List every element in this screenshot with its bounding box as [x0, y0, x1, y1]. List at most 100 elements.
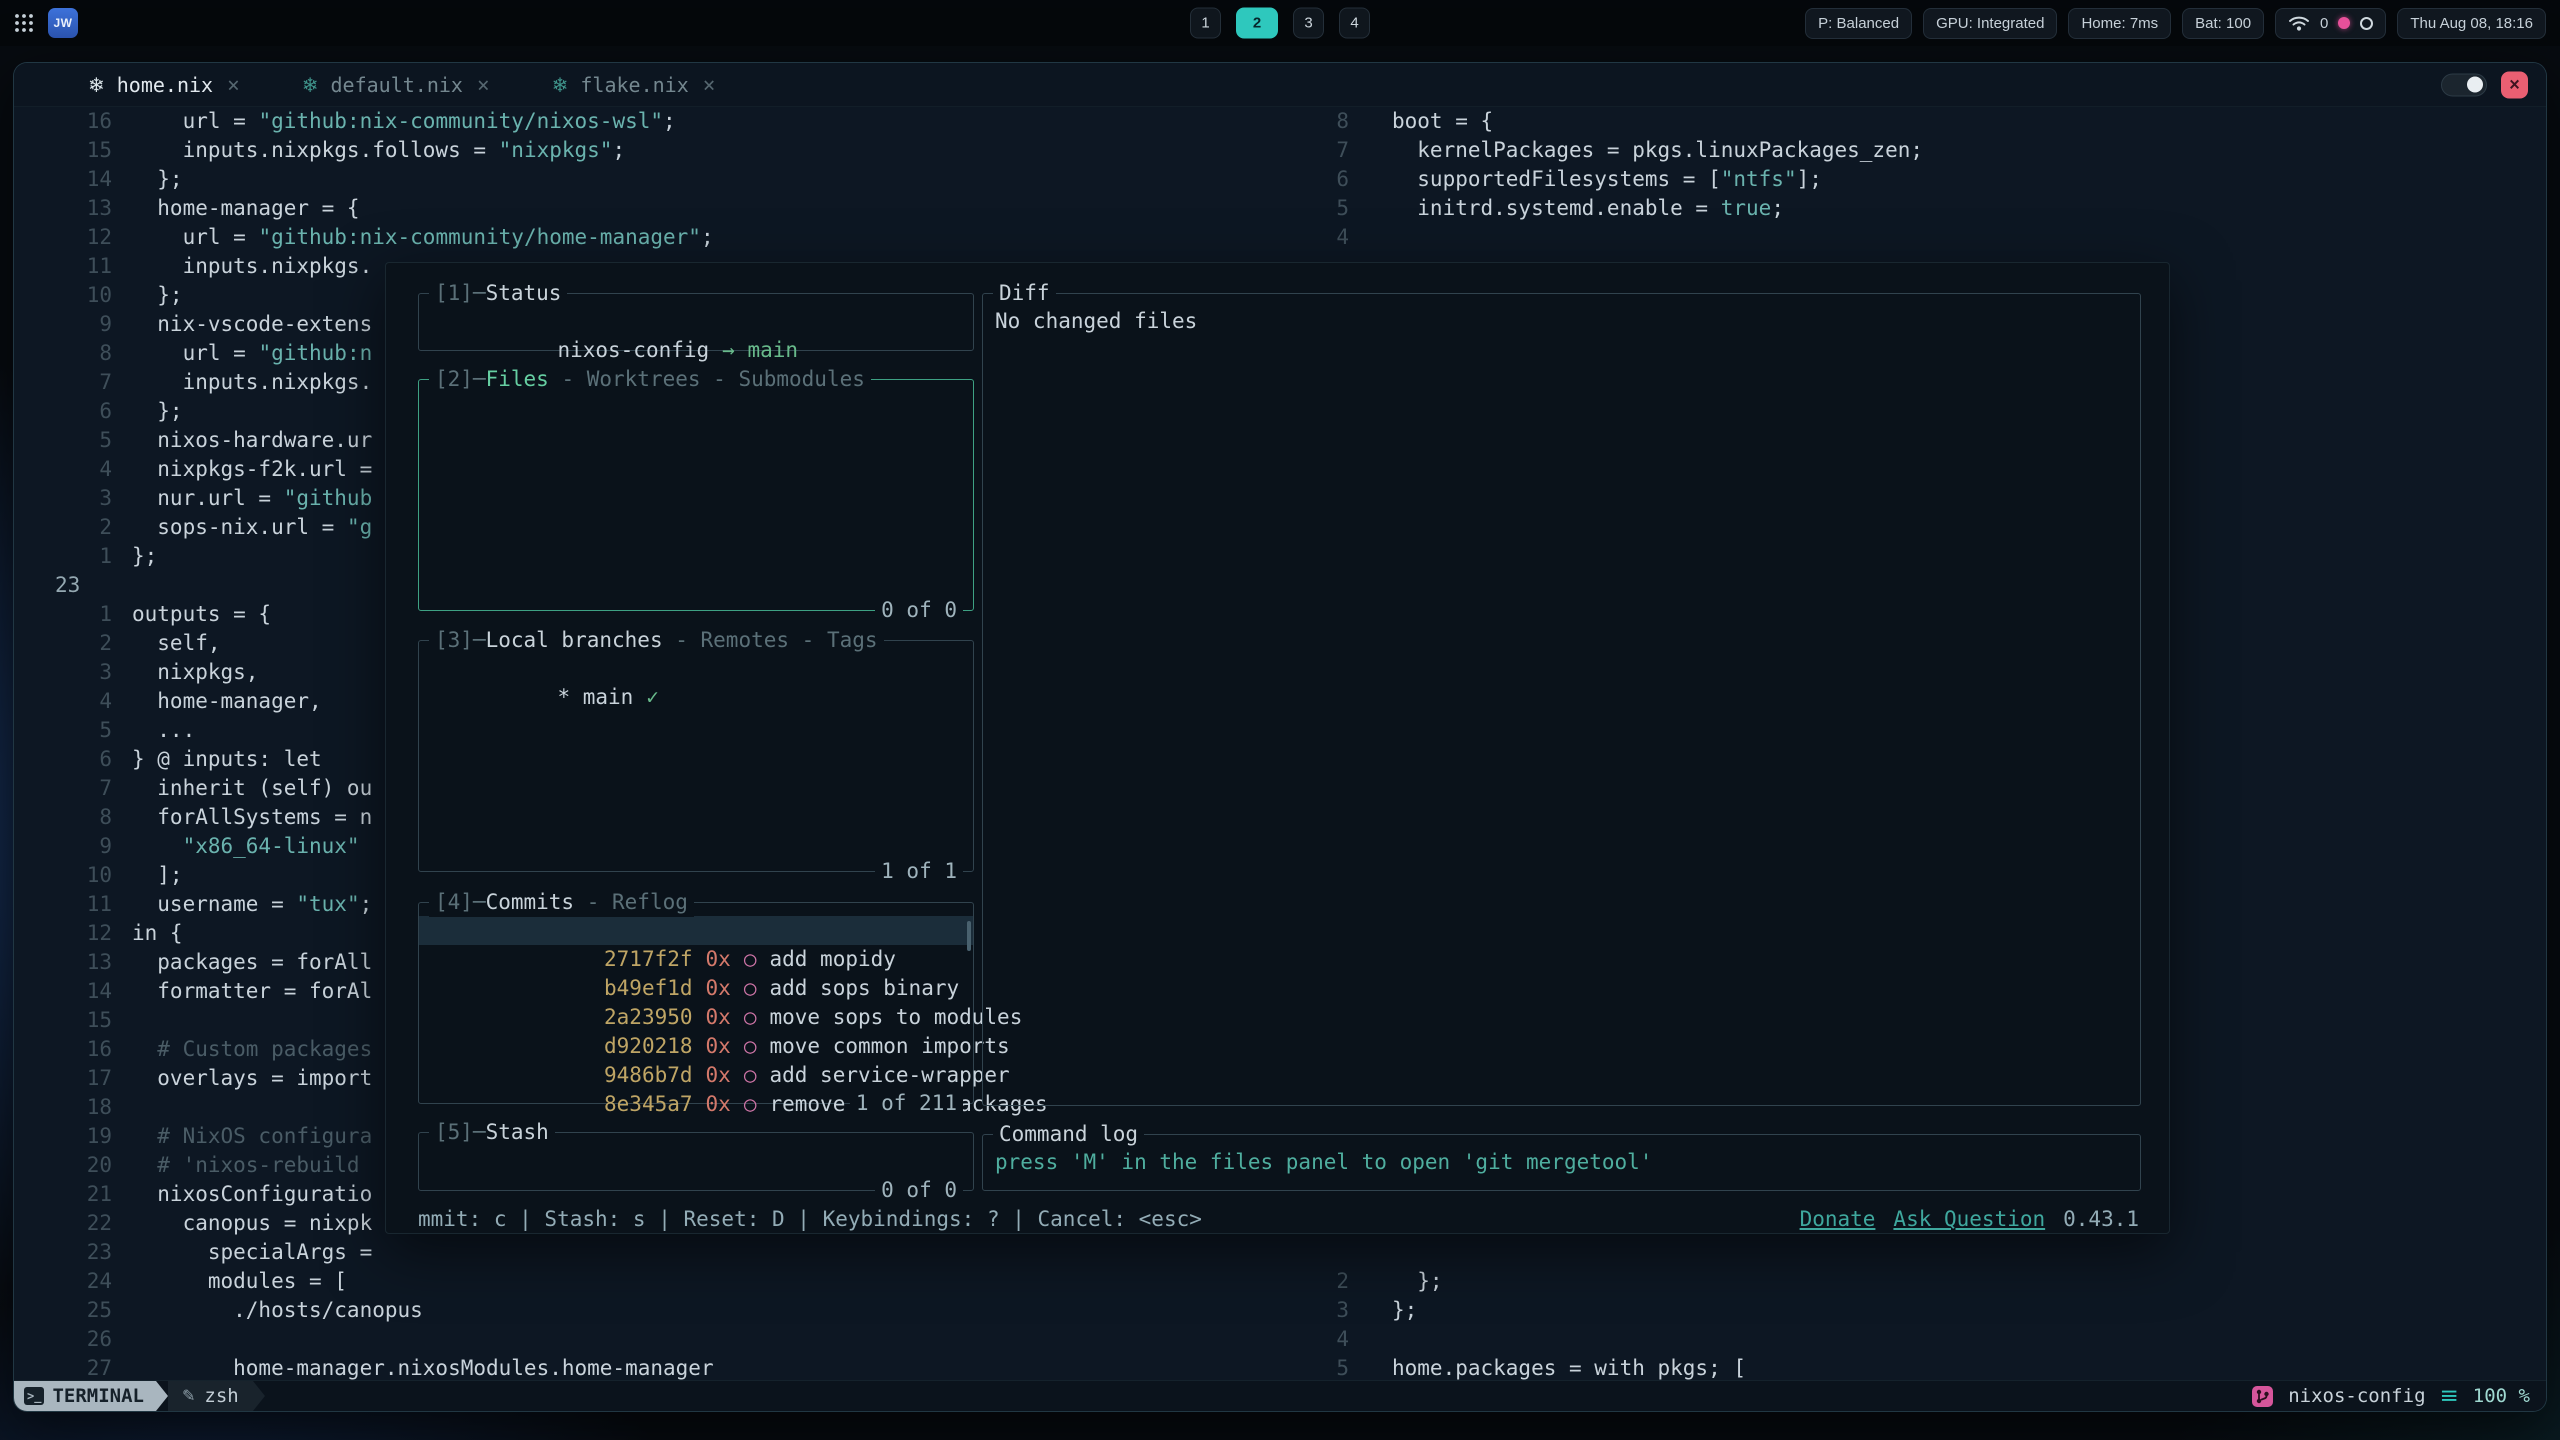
workspace-button[interactable]: 1 — [1190, 8, 1221, 39]
code-line: 6 supportedFilesystems = ["ntfs"]; — [1291, 165, 2546, 194]
code-text: url = "github:nix-community/nixos-wsl"; — [132, 107, 676, 136]
workspace-button[interactable]: 3 — [1293, 8, 1324, 39]
line-number: 8 — [14, 803, 132, 832]
code-line: 5 initrd.systemd.enable = true; — [1291, 194, 2546, 223]
line-number: 9 — [14, 310, 132, 339]
wifi-icon — [2288, 15, 2310, 32]
line-number: 2 — [14, 629, 132, 658]
code-line: 16 url = "github:nix-community/nixos-wsl… — [14, 107, 1291, 136]
line-number: 5 — [14, 426, 132, 455]
line-number: 23 — [14, 571, 132, 600]
commit-graph-node: ○ — [744, 947, 757, 971]
line-number: 12 — [14, 223, 132, 252]
tab-close-icon[interactable]: × — [477, 73, 490, 97]
code-text — [1369, 223, 1392, 252]
editor-tab[interactable]: ❄ default.nix × — [284, 63, 508, 106]
panel-title: [4]─Commits - Reflog — [429, 888, 694, 917]
lazygit-panel-commits[interactable]: [4]─Commits - Reflog 2717f2f0x○add mopid… — [418, 902, 974, 1104]
commit-author: 0x — [706, 1034, 731, 1058]
code-text: in { — [132, 919, 183, 948]
code-line: 8 boot = { — [1291, 107, 2546, 136]
shell-tab[interactable]: ✎ zsh — [168, 1381, 253, 1411]
code-text: nix-vscode-extens — [132, 310, 372, 339]
tab-close-icon[interactable]: × — [703, 73, 716, 97]
code-text: ./hosts/canopus — [132, 1296, 423, 1325]
lazygit-panel-files[interactable]: [2]─Files - Worktrees - Submodules 0 of … — [418, 379, 974, 611]
line-number: 4 — [14, 687, 132, 716]
lazygit-panel-diff[interactable]: Diff No changed files — [982, 293, 2141, 1106]
code-text: # Custom packages — [132, 1035, 372, 1064]
editor-tab[interactable]: ❄ flake.nix × — [534, 63, 734, 106]
topbar-right: P: Balanced GPU: Integrated Home: 7ms Ba… — [1805, 8, 2546, 39]
commit-hash: 9486b7d — [604, 1063, 693, 1087]
editor-tab[interactable]: ❄ home.nix × — [70, 63, 258, 106]
window-close-button[interactable]: × — [2501, 71, 2528, 98]
repo-icon — [2251, 1385, 2274, 1408]
code-text: nixosConfiguratio — [132, 1180, 372, 1209]
code-text: kernelPackages = pkgs.linuxPackages_zen; — [1369, 136, 1923, 165]
line-number: 4 — [14, 455, 132, 484]
lazygit-panel-command-log[interactable]: Command log press 'M' in the files panel… — [982, 1134, 2141, 1191]
branch-row[interactable]: * main✓ — [419, 641, 973, 741]
workspace-switcher: 1 2 3 4 — [1190, 8, 1370, 39]
window-controls: × — [2441, 71, 2528, 98]
line-number: 4 — [1291, 1325, 1369, 1354]
code-text: }; — [132, 281, 183, 310]
tab-label: home.nix — [117, 73, 213, 97]
line-number: 7 — [1291, 136, 1369, 165]
code-text — [1369, 1325, 1392, 1354]
repo-label[interactable]: nixos-config — [2288, 1381, 2425, 1411]
line-number: 27 — [14, 1354, 132, 1380]
code-line: 24 modules = [ — [14, 1267, 1291, 1296]
status-module: P: Balanced — [1805, 8, 1912, 39]
editor-area: 16 url = "github:nix-community/nixos-wsl… — [14, 107, 2546, 1380]
terminal-mode-chip[interactable]: >_ TERMINAL — [14, 1381, 156, 1411]
logo-badge[interactable]: JW — [48, 8, 78, 38]
line-number: 2 — [14, 513, 132, 542]
ask-question-link[interactable]: Ask Question — [1893, 1205, 2045, 1234]
code-text: ]; — [132, 861, 183, 890]
tab-label: flake.nix — [580, 73, 688, 97]
window-toggle[interactable] — [2441, 73, 2487, 96]
window-status-bar: >_ TERMINAL ✎ zsh nixos-config ≡ 100 % — [14, 1380, 2546, 1411]
system-tray[interactable]: 0 — [2275, 8, 2386, 39]
nix-snowflake-icon: ❄ — [88, 73, 105, 97]
commit-hash: 2a23950 — [604, 1005, 693, 1029]
lazygit-panel-stash[interactable]: [5]─Stash 0 of 0 — [418, 1132, 974, 1191]
lazygit-footer-links: Donate Ask Question 0.43.1 — [1800, 1205, 2139, 1234]
scrollbar-thumb[interactable] — [967, 921, 971, 951]
commit-row[interactable]: 2717f2f0x○add mopidy — [419, 916, 973, 945]
list-icon[interactable]: ≡ — [2440, 1381, 2459, 1411]
tab-close-icon[interactable]: × — [227, 73, 240, 97]
clock[interactable]: Thu Aug 08, 18:16 — [2397, 8, 2546, 39]
version-label: 0.43.1 — [2063, 1205, 2139, 1234]
workspace-button[interactable]: 2 — [1236, 8, 1278, 39]
commit-graph-node: ○ — [744, 1092, 757, 1116]
donate-link[interactable]: Donate — [1800, 1205, 1876, 1234]
line-number: 3 — [14, 658, 132, 687]
workspace-button[interactable]: 4 — [1339, 8, 1370, 39]
app-launcher-icon[interactable] — [14, 13, 34, 33]
lazygit-panel-branches[interactable]: [3]─Local branches - Remotes - Tags * ma… — [418, 640, 974, 872]
line-number: 6 — [1291, 165, 1369, 194]
line-number: 16 — [14, 107, 132, 136]
line-number: 6 — [14, 397, 132, 426]
code-line: 26 — [14, 1325, 1291, 1354]
code-text: }; — [1369, 1296, 1417, 1325]
line-number: 5 — [14, 716, 132, 745]
panel-count: 0 of 0 — [875, 596, 963, 625]
powerline-separator — [156, 1381, 168, 1411]
code-line: 7 kernelPackages = pkgs.linuxPackages_ze… — [1291, 136, 2546, 165]
recording-dot-icon[interactable] — [2338, 17, 2350, 29]
line-number: 2 — [1291, 1267, 1369, 1296]
commit-graph-node: ○ — [744, 1034, 757, 1058]
commit-author: 0x — [706, 947, 731, 971]
code-text: } @ inputs: let — [132, 745, 322, 774]
code-text: }; — [132, 542, 157, 571]
lazygit-panel-status[interactable]: [1]─Status nixos-config→ main — [418, 293, 974, 351]
code-text: }; — [1369, 1267, 1443, 1296]
nix-snowflake-icon: ❄ — [552, 73, 569, 97]
panel-count: 1 of 1 — [875, 857, 963, 886]
tray-app-icon[interactable] — [2360, 17, 2373, 30]
code-text: "x86_64-linux" — [132, 832, 360, 861]
